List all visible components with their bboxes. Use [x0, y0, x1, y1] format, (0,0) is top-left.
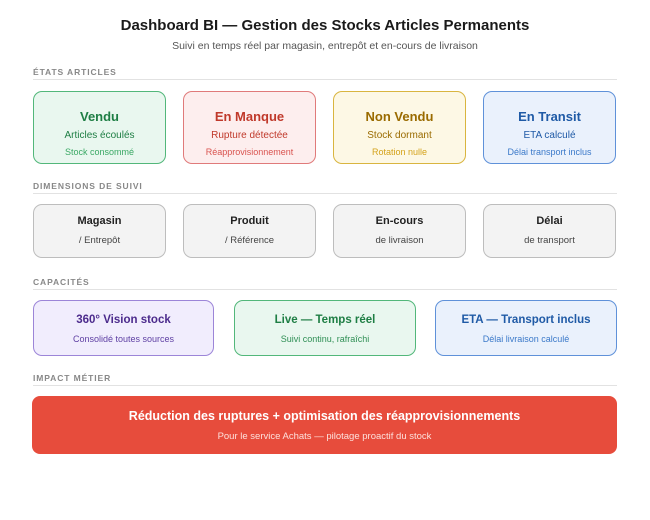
dimension-card-magasin: Magasin / Entrepôt: [33, 204, 166, 258]
capacite-card-eta: ETA — Transport inclus Délai livraison c…: [435, 300, 617, 356]
card-note: Rotation nulle: [371, 147, 428, 157]
section-label-capacites: CAPACITÉS: [33, 277, 90, 287]
etat-card-vendu: Vendu Articles écoulés Stock consommé: [33, 91, 166, 164]
impact-subtitle: Pour le service Achats — pilotage proact…: [217, 431, 432, 442]
card-title: 360° Vision stock: [76, 314, 171, 326]
section-divider: [33, 193, 617, 194]
card-line: Articles écoulés: [64, 130, 135, 141]
section-divider: [33, 79, 617, 80]
etat-card-en-manque: En Manque Rupture détectée Réapprovision…: [183, 91, 316, 164]
capacite-card-vision: 360° Vision stock Consolidé toutes sourc…: [33, 300, 214, 356]
card-title: Magasin: [77, 215, 122, 227]
card-line: Stock dormant: [367, 130, 432, 141]
card-line: Délai livraison calculé: [482, 334, 570, 344]
card-title: Produit: [230, 215, 269, 227]
section-label-etats: ÉTATS ARTICLES: [33, 67, 117, 77]
capacite-card-live: Live — Temps réel Suivi continu, rafraîc…: [234, 300, 416, 356]
card-title: ETA — Transport inclus: [461, 314, 591, 326]
dimension-card-delai: Délai de transport: [483, 204, 616, 258]
section-label-dimensions: DIMENSIONS DE SUIVI: [33, 181, 143, 191]
etat-card-non-vendu: Non Vendu Stock dormant Rotation nulle: [333, 91, 466, 164]
card-line: Rupture détectée: [211, 130, 288, 141]
section-label-impact: IMPACT MÉTIER: [33, 373, 112, 383]
etat-card-en-transit: En Transit ETA calculé Délai transport i…: [483, 91, 616, 164]
page-subtitle: Suivi en temps réel par magasin, entrepô…: [172, 40, 478, 52]
card-line: de livraison: [375, 235, 424, 246]
card-title: Non Vendu: [365, 109, 434, 124]
card-line: / Référence: [224, 235, 275, 246]
card-title: Vendu: [79, 109, 119, 124]
card-line: Suivi continu, rafraîchi: [280, 334, 370, 344]
dimension-card-produit: Produit / Référence: [183, 204, 316, 258]
card-line: / Entrepôt: [78, 235, 121, 246]
card-title: En-cours: [375, 215, 424, 227]
card-note: Réapprovisionnement: [205, 147, 294, 157]
card-title: En Manque: [214, 109, 285, 124]
card-line: ETA calculé: [523, 130, 576, 141]
card-note: Stock consommé: [64, 147, 135, 157]
section-divider: [33, 289, 617, 290]
card-title: Délai: [536, 215, 563, 227]
card-title: En Transit: [518, 109, 581, 124]
section-divider: [33, 385, 617, 386]
impact-title: Réduction des ruptures + optimisation de…: [128, 409, 521, 423]
card-title: Live — Temps réel: [274, 314, 376, 326]
card-line: Consolidé toutes sources: [72, 334, 175, 344]
card-note: Délai transport inclus: [507, 147, 592, 157]
dimension-card-en-cours: En-cours de livraison: [333, 204, 466, 258]
impact-banner: Réduction des ruptures + optimisation de…: [32, 396, 617, 454]
page-title: Dashboard BI — Gestion des Stocks Articl…: [120, 17, 530, 34]
card-line: de transport: [524, 235, 575, 246]
